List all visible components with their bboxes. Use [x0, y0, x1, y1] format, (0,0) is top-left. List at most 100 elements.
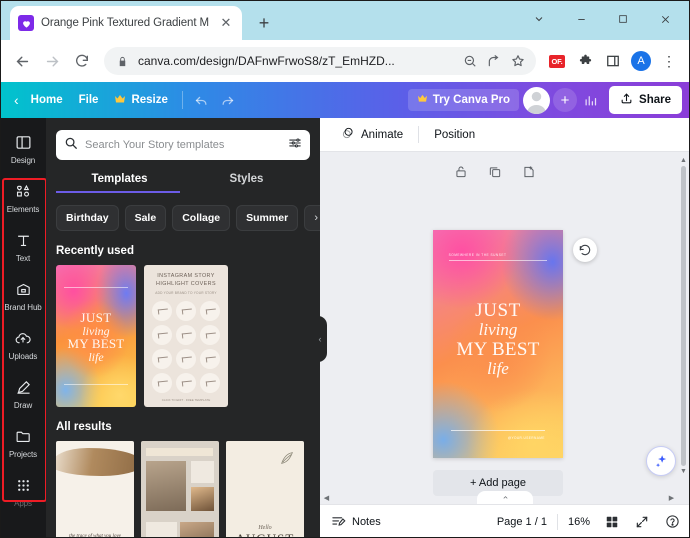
browser-menu-icon[interactable]: ⋮: [656, 48, 682, 74]
new-tab-button[interactable]: +: [252, 11, 276, 35]
vertical-scroll-thumb[interactable]: [681, 166, 686, 466]
result-thumb-brushstroke[interactable]: [56, 441, 134, 538]
chip-collage[interactable]: Collage: [172, 205, 231, 231]
tab-close-icon[interactable]: ✕: [218, 15, 234, 31]
side-panel-icon[interactable]: [600, 48, 626, 74]
result-thumb-photo-collage[interactable]: [141, 441, 219, 538]
scroll-right-icon[interactable]: ▶: [667, 493, 676, 502]
panel-collapse-handle[interactable]: ‹: [313, 316, 327, 362]
magic-sparkle-icon[interactable]: [646, 446, 676, 476]
sidebar-item-elements[interactable]: Elements: [0, 173, 46, 222]
left-rail: Design Elements Text Brand Hub Uploads D…: [0, 118, 47, 538]
draw-icon: [15, 378, 32, 398]
scroll-up-icon[interactable]: ▲: [679, 156, 688, 165]
bar-chart-icon[interactable]: [577, 87, 603, 113]
sidebar-label-draw: Draw: [13, 400, 33, 410]
sidebar-item-projects[interactable]: Projects: [0, 418, 46, 467]
help-icon[interactable]: [664, 514, 680, 530]
sidebar-item-draw[interactable]: Draw: [0, 369, 46, 418]
sidebar-item-brand-hub[interactable]: Brand Hub: [0, 271, 46, 320]
position-button[interactable]: Position: [425, 124, 484, 146]
add-collaborator-button[interactable]: +: [553, 88, 578, 112]
avatar[interactable]: +: [523, 86, 578, 114]
tab-styles[interactable]: Styles: [183, 173, 310, 193]
cover-circle: [200, 300, 220, 321]
chip-summer[interactable]: Summer: [236, 205, 299, 231]
chips-next-icon[interactable]: ›: [304, 205, 320, 231]
sidebar-item-uploads[interactable]: Uploads: [0, 320, 46, 369]
share-upload-icon: [620, 92, 633, 108]
crown-icon: [114, 94, 126, 107]
puzzle-icon[interactable]: [572, 48, 598, 74]
home-button[interactable]: Home: [23, 89, 71, 111]
profile-avatar[interactable]: A: [628, 48, 654, 74]
browser-tab[interactable]: Orange Pink Textured Gradient M ✕: [10, 6, 242, 40]
maximize-button[interactable]: [602, 4, 644, 34]
grid-view-icon[interactable]: [604, 514, 620, 530]
scroll-down-icon[interactable]: ▼: [679, 467, 688, 476]
filter-sliders-icon[interactable]: [288, 136, 302, 155]
result-thumb-august[interactable]: Hello AUGUST: [226, 441, 304, 538]
rotate-icon[interactable]: [573, 238, 597, 262]
try-canva-pro-button[interactable]: Try Canva Pro: [407, 89, 520, 111]
fullscreen-icon[interactable]: [634, 514, 650, 530]
window-controls: [518, 4, 686, 34]
cover-circle: [200, 348, 220, 369]
page-header-text: SOMEWHERE IN THE SUNSET: [448, 252, 507, 257]
duplicate-page-icon[interactable]: [487, 164, 503, 180]
header-back-chevron-icon[interactable]: ‹: [8, 92, 23, 108]
reload-button-icon[interactable]: [68, 47, 96, 75]
page-line-4: life: [487, 359, 509, 379]
add-page-icon[interactable]: [521, 164, 537, 180]
sidebar-item-design[interactable]: Design: [0, 124, 46, 173]
canvas-area[interactable]: SOMEWHERE IN THE SUNSET JUST living MY B…: [320, 152, 690, 504]
office-extension-icon[interactable]: OF.: [544, 48, 570, 74]
sidebar-item-text[interactable]: Text: [0, 222, 46, 271]
template-thumb-gradient-quote[interactable]: JUST living MY BEST life: [56, 265, 136, 407]
animate-button[interactable]: Animate: [332, 121, 412, 148]
tab-templates[interactable]: Templates: [56, 173, 183, 193]
browser-tabstrip: Orange Pink Textured Gradient M ✕ +: [0, 0, 690, 40]
cover-circle: [152, 300, 172, 321]
search-placeholder: Search Your Story templates: [85, 139, 225, 151]
cover-circle: [200, 324, 220, 345]
resize-button[interactable]: Resize: [106, 89, 175, 112]
sidebar-label-apps: Apps: [14, 498, 32, 508]
covers-footer: CLICK TO EDIT · FREE TEMPLATE: [161, 397, 211, 402]
search-minus-icon[interactable]: [462, 53, 478, 69]
panel-tabs: Templates Styles: [46, 173, 320, 193]
address-bar[interactable]: canva.com/design/DAFnwFrwoS8/zT_EmHZD...: [104, 47, 536, 75]
redo-icon[interactable]: [215, 87, 241, 113]
share-icon[interactable]: [486, 53, 502, 69]
covers-title-line1: INSTAGRAM STORY: [157, 273, 215, 279]
canvas-vertical-scrollbar[interactable]: ▲ ▼: [679, 156, 688, 476]
cover-circle: [200, 372, 220, 393]
zoom-level[interactable]: 16%: [568, 516, 590, 528]
thumb-gradient-text: JUST living MY BEST life: [56, 311, 136, 363]
browser-tab-title: Orange Pink Textured Gradient M: [41, 17, 209, 29]
chip-birthday[interactable]: Birthday: [56, 205, 119, 231]
sidebar-item-apps[interactable]: Apps: [0, 467, 46, 516]
filter-chips: Birthday Sale Collage Summer ›: [46, 193, 320, 231]
template-thumb-highlight-covers[interactable]: INSTAGRAM STORY HIGHLIGHT COVERS ADD YOU…: [144, 265, 228, 407]
notes-button[interactable]: Notes: [330, 514, 381, 530]
share-button[interactable]: Share: [609, 86, 682, 114]
scroll-left-icon[interactable]: ◀: [322, 493, 331, 502]
close-window-button[interactable]: [644, 4, 686, 34]
back-button-icon[interactable]: [8, 47, 36, 75]
timeline-expand-handle[interactable]: [477, 491, 533, 504]
apps-icon: [15, 476, 32, 496]
search-input[interactable]: Search Your Story templates: [56, 130, 310, 160]
chip-sale[interactable]: Sale: [124, 205, 167, 231]
file-menu-button[interactable]: File: [71, 89, 107, 111]
forward-button-icon[interactable]: [38, 47, 66, 75]
cover-circle: [176, 372, 196, 393]
lock-icon[interactable]: [453, 164, 469, 180]
design-page[interactable]: SOMEWHERE IN THE SUNSET JUST living MY B…: [433, 230, 563, 458]
page-indicator[interactable]: Page 1 / 1: [497, 516, 547, 528]
undo-icon[interactable]: [189, 87, 215, 113]
tab-search-chevron-icon[interactable]: [518, 4, 560, 34]
bookmark-star-icon[interactable]: [510, 53, 526, 69]
sidebar-label-text: Text: [15, 253, 31, 263]
minimize-button[interactable]: [560, 4, 602, 34]
